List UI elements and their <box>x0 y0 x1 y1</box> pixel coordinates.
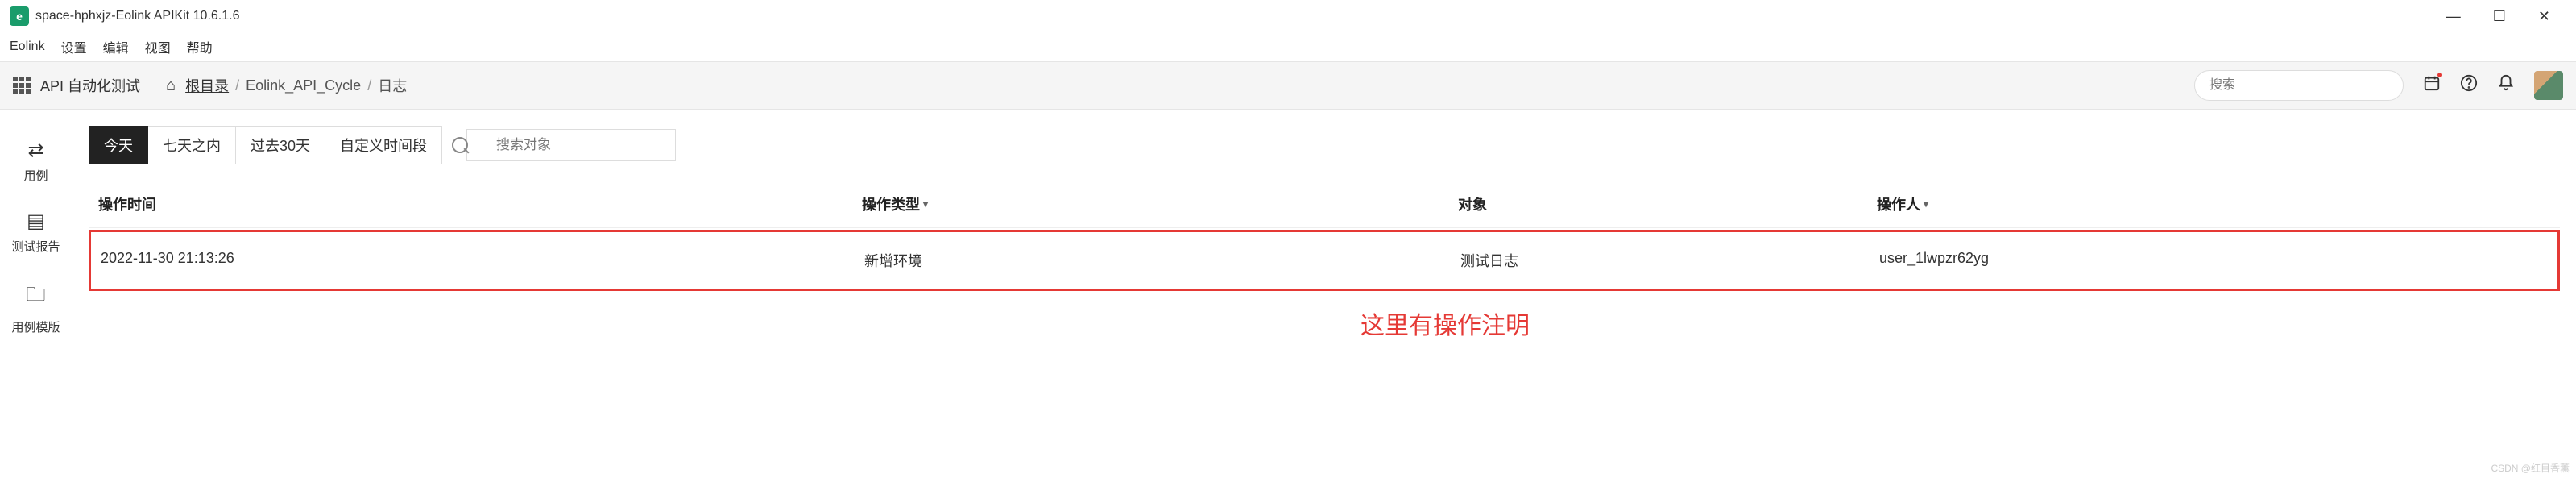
th-op-label: 操作人 <box>1877 193 1920 214</box>
highlighted-row: 2022-11-30 21:13:26 新增环境 测试日志 user_1lwpz… <box>89 230 2560 291</box>
content: 今天 七天之内 过去30天 自定义时间段 操作时间 操作类型▾ 对象 操作人▾ … <box>72 110 2576 478</box>
calendar-icon[interactable] <box>2423 74 2441 97</box>
maximize-button[interactable]: ☐ <box>2493 8 2506 25</box>
breadcrumb-root[interactable]: 根目录 <box>185 75 229 96</box>
search-input[interactable] <box>2194 70 2404 101</box>
chevron-down-icon: ▾ <box>923 198 928 210</box>
case-icon: ⇄ <box>27 139 43 162</box>
sidebar-item-label: 用例模版 <box>11 318 60 335</box>
filter-custom[interactable]: 自定义时间段 <box>325 126 442 164</box>
filter-row: 今天 七天之内 过去30天 自定义时间段 <box>72 126 2576 164</box>
search-object-wrap <box>442 129 676 161</box>
th-obj: 对象 <box>1458 193 1877 214</box>
th-time: 操作时间 <box>89 193 862 214</box>
toolbar-right <box>2194 70 2563 101</box>
filter-today[interactable]: 今天 <box>89 126 148 164</box>
close-button[interactable]: ✕ <box>2538 8 2550 25</box>
cell-time: 2022-11-30 21:13:26 <box>91 250 864 271</box>
table-row[interactable]: 2022-11-30 21:13:26 新增环境 测试日志 user_1lwpz… <box>91 232 2557 289</box>
breadcrumb-leaf: 日志 <box>378 75 407 96</box>
toolbar-left: API 自动化测试 ⌂ 根目录 / Eolink_API_Cycle / 日志 <box>13 75 407 96</box>
th-type-label: 操作类型 <box>862 193 920 214</box>
th-type[interactable]: 操作类型▾ <box>862 193 1458 214</box>
apps-icon[interactable] <box>13 77 31 94</box>
menu-settings[interactable]: 设置 <box>61 37 87 56</box>
sidebar-item-template[interactable]: 🗀 用例模版 <box>0 268 72 348</box>
filter-7days[interactable]: 七天之内 <box>148 126 236 164</box>
help-icon[interactable] <box>2460 74 2478 97</box>
template-icon: 🗀 <box>27 281 46 314</box>
main: ⇄ 用例 ▤ 测试报告 🗀 用例模版 今天 七天之内 过去30天 自定义时间段 … <box>0 110 2576 478</box>
th-op[interactable]: 操作人 ▾ <box>1877 193 2560 214</box>
search-object-input[interactable] <box>466 129 676 161</box>
titlebar: e space-hphxjz-Eolink APIKit 10.6.1.6 — … <box>0 0 2576 32</box>
filter-30days[interactable]: 过去30天 <box>236 126 325 164</box>
chevron-down-icon: ▾ <box>1924 198 1928 210</box>
bell-icon[interactable] <box>2497 74 2515 97</box>
app-icon: e <box>10 6 29 26</box>
report-icon: ▤ <box>27 210 45 233</box>
window-title: space-hphxjz-Eolink APIKit 10.6.1.6 <box>35 9 239 23</box>
cell-type: 新增环境 <box>864 250 1460 271</box>
section-title: API 自动化测试 <box>40 75 140 96</box>
menu-help[interactable]: 帮助 <box>187 37 213 56</box>
toolbar: API 自动化测试 ⌂ 根目录 / Eolink_API_Cycle / 日志 <box>0 61 2576 110</box>
breadcrumb-sep: / <box>367 77 371 94</box>
menubar: Eolink 设置 编辑 视图 帮助 <box>0 32 2576 61</box>
minimize-button[interactable]: — <box>2446 8 2461 25</box>
cell-op: user_1lwpzr62yg <box>1879 250 2557 271</box>
sidebar-item-report[interactable]: ▤ 测试报告 <box>0 197 72 268</box>
breadcrumb-mid[interactable]: Eolink_API_Cycle <box>246 77 361 94</box>
sidebar-item-case[interactable]: ⇄ 用例 <box>0 126 72 197</box>
window-controls: — ☐ ✕ <box>2446 8 2566 25</box>
menu-eolink[interactable]: Eolink <box>10 39 45 54</box>
annotation-text: 这里有操作注明 <box>72 306 2576 341</box>
breadcrumb-sep: / <box>235 77 239 94</box>
menu-view[interactable]: 视图 <box>145 37 171 56</box>
menu-edit[interactable]: 编辑 <box>103 37 129 56</box>
breadcrumb: 根目录 / Eolink_API_Cycle / 日志 <box>185 75 407 96</box>
sidebar-item-label: 测试报告 <box>11 238 60 255</box>
table-header: 操作时间 操作类型▾ 对象 操作人▾ <box>89 181 2560 228</box>
watermark: CSDN @红目香薰 <box>2491 461 2570 475</box>
sidebar-item-label: 用例 <box>23 167 48 184</box>
home-icon[interactable]: ⌂ <box>166 77 176 95</box>
avatar[interactable] <box>2534 71 2563 100</box>
log-table: 操作时间 操作类型▾ 对象 操作人▾ 2022-11-30 21:13:26 新… <box>72 181 2576 291</box>
sidebar: ⇄ 用例 ▤ 测试报告 🗀 用例模版 <box>0 110 72 478</box>
cell-obj: 测试日志 <box>1460 250 1879 271</box>
